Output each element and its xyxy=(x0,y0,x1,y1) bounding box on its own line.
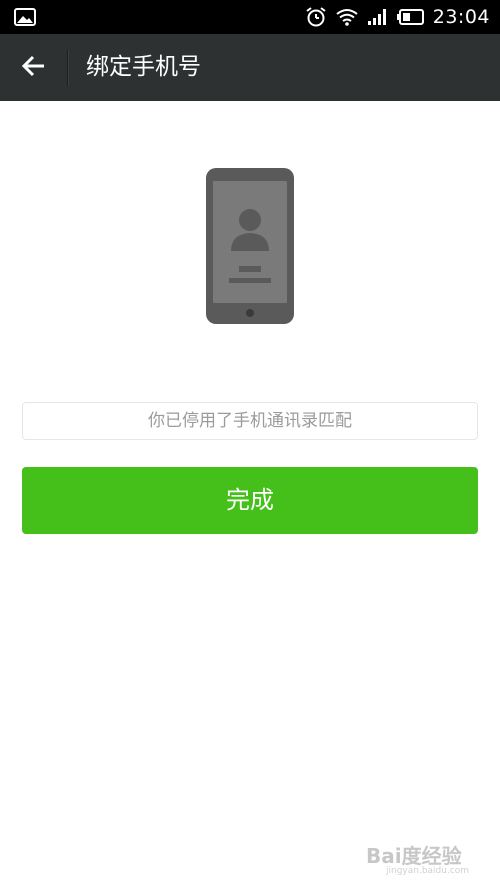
image-icon xyxy=(14,8,36,26)
title-bar: 绑定手机号 xyxy=(0,34,500,101)
watermark-url: jingyan.baidu.com xyxy=(386,866,470,876)
wifi-icon xyxy=(335,7,359,27)
alarm-icon xyxy=(305,6,327,28)
contact-match-notice: 你已停用了手机通讯录匹配 xyxy=(22,402,478,440)
phone-contact-icon xyxy=(205,167,295,325)
status-icons: 23:04 xyxy=(305,0,490,34)
page-title: 绑定手机号 xyxy=(86,54,201,80)
back-arrow-icon xyxy=(21,54,47,82)
back-button[interactable] xyxy=(10,48,58,88)
title-divider xyxy=(67,50,68,86)
done-button[interactable]: 完成 xyxy=(22,467,478,534)
watermark-brand: Bai度经验 xyxy=(366,844,462,868)
baidu-jingyan-watermark: Bai度经验 jingyan.baidu.com xyxy=(366,840,486,880)
status-bar: 23:04 xyxy=(0,0,500,34)
battery-icon xyxy=(396,8,425,26)
status-time: 23:04 xyxy=(432,6,490,28)
signal-icon xyxy=(367,8,389,26)
